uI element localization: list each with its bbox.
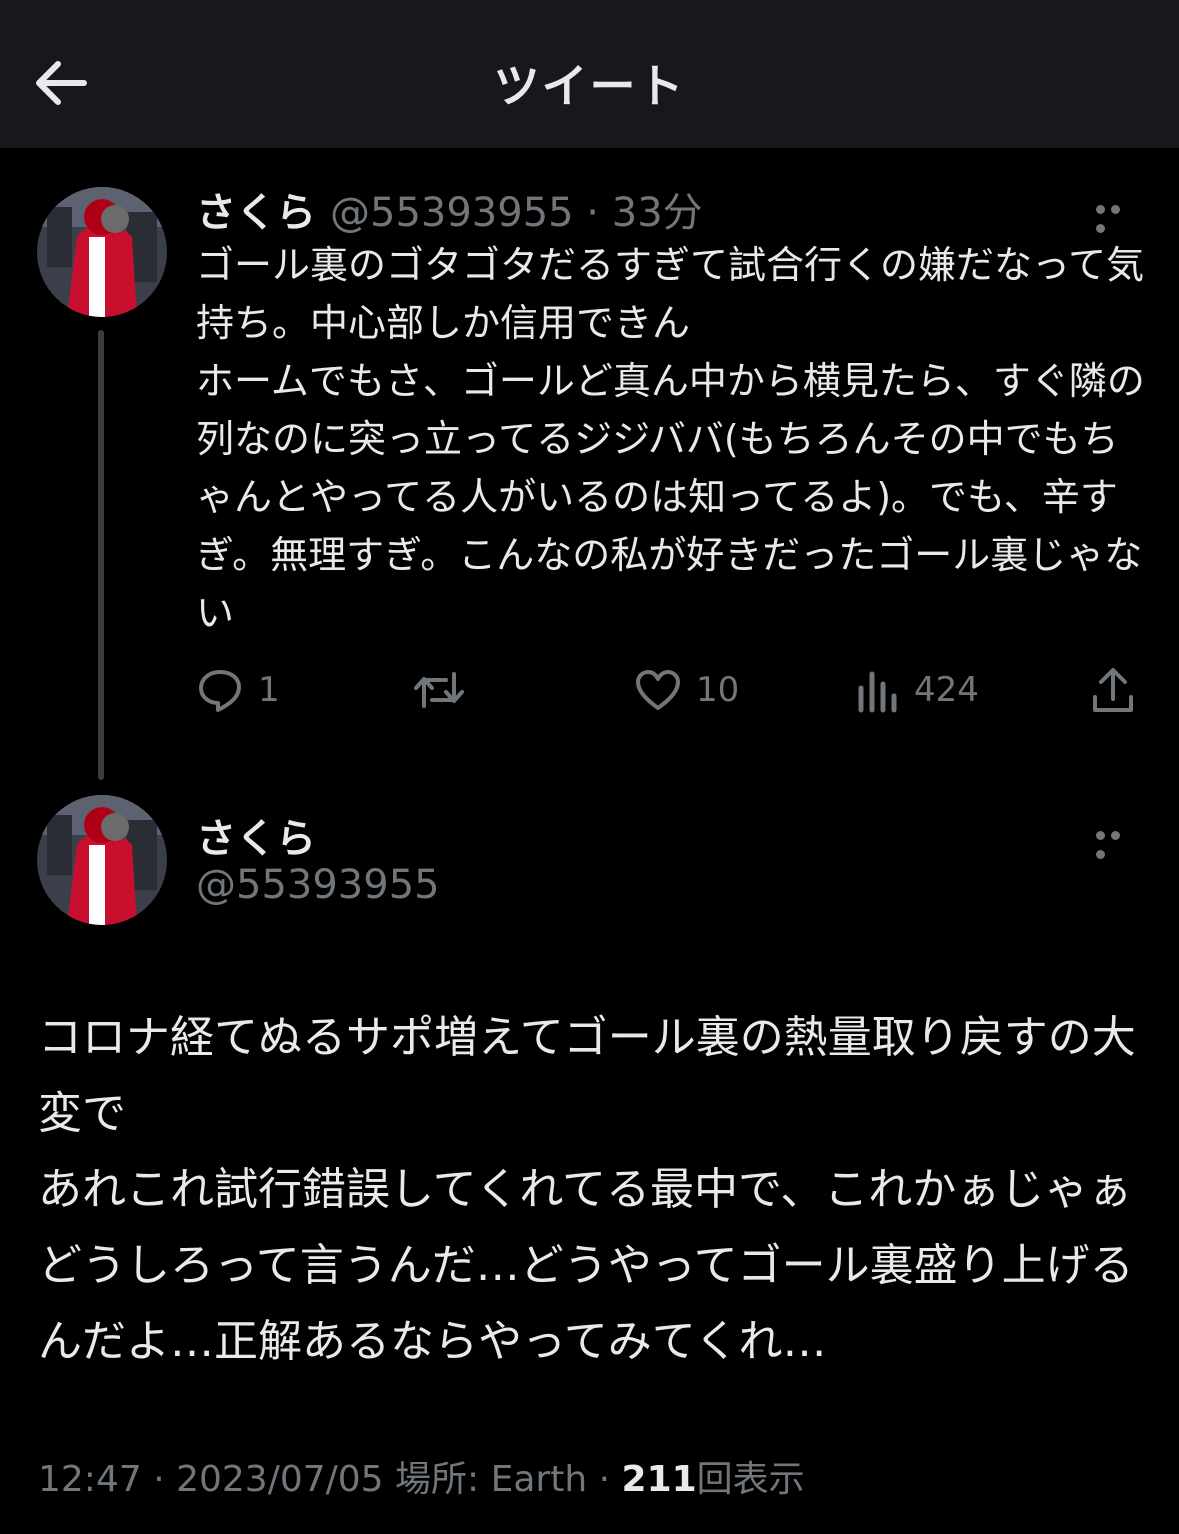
tweet-text: コロナ経てぬるサポ増えてゴール裏の熱量取り戻すの大変で あれこれ試行錯誤してくれ… <box>38 1012 1136 1367</box>
separator-dot: · <box>141 1459 177 1500</box>
display-name[interactable]: さくら <box>196 190 316 236</box>
avatar[interactable] <box>37 187 167 317</box>
user-handle[interactable]: @55393955 <box>330 190 574 236</box>
views-button[interactable]: 424 <box>856 660 979 720</box>
reply-count: 1 <box>258 670 280 710</box>
views-count: 424 <box>914 670 979 710</box>
avatar[interactable] <box>37 795 167 925</box>
views-icon <box>856 666 900 714</box>
share-icon <box>1090 665 1136 715</box>
top-bar: ツイート <box>0 0 1179 148</box>
user-handle[interactable]: @55393955 <box>196 862 440 908</box>
tweet-location: 場所: Earth <box>395 1459 588 1500</box>
like-count: 10 <box>696 670 740 710</box>
tweet-text: ゴール裏のゴタゴタだるすぎて試合行くの嫌だなって気持ち。中心部しか信用できん ホ… <box>196 243 1145 635</box>
page-title: ツイート <box>493 59 686 113</box>
tweet-header: さくら @55393955 · 33分 <box>196 180 703 238</box>
like-icon <box>634 666 682 714</box>
reply-button[interactable]: 1 <box>196 660 280 720</box>
separator-dot: · <box>587 1459 622 1500</box>
retweet-icon <box>412 666 466 714</box>
tweet-time[interactable]: 12:47 <box>38 1459 142 1500</box>
display-name[interactable]: さくら <box>196 806 316 864</box>
tweet-actions: 1 10 424 <box>196 660 1146 720</box>
tweet-time[interactable]: 33分 <box>612 190 703 236</box>
like-button[interactable]: 10 <box>634 660 739 720</box>
share-button[interactable] <box>1090 660 1136 720</box>
tweet-date[interactable]: 2023/07/05 <box>176 1459 384 1500</box>
reply-icon <box>196 666 244 714</box>
view-count: 211 <box>621 1459 697 1500</box>
retweet-button[interactable] <box>412 660 480 720</box>
more-icon[interactable] <box>1096 199 1140 233</box>
separator-dot: · <box>573 190 612 236</box>
thread-line <box>98 330 104 780</box>
more-icon[interactable] <box>1096 825 1140 859</box>
tweet-meta: 12:47 · 2023/07/05 場所: Earth · 211回表示 <box>38 1450 805 1502</box>
view-label: 回表示 <box>696 1459 805 1500</box>
